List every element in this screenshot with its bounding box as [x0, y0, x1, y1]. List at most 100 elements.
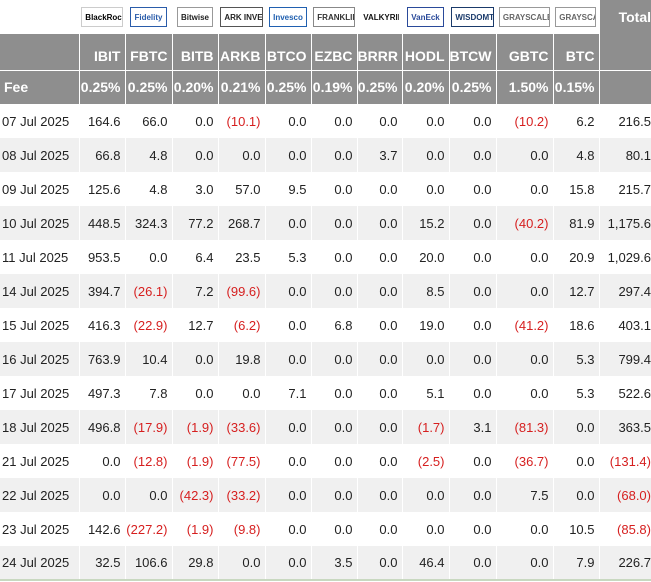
ticker-header: BRRR: [356, 34, 402, 70]
flow-value: 0.0: [356, 342, 402, 376]
flow-value: 497.3: [78, 376, 125, 410]
issuer-logo-cell: VanEck: [402, 0, 449, 34]
flow-value: (10.1): [217, 104, 265, 138]
issuer-logo: WISDOMTREE: [451, 7, 494, 27]
flow-value: 0.0: [448, 308, 496, 342]
flow-value: (1.9): [171, 410, 218, 444]
flow-value: 0.0: [264, 546, 311, 581]
etf-flows-table: BlackRock Fidelity Bitwise ARK INVEST Invesc…: [0, 0, 651, 581]
flow-value: (1.9): [171, 512, 218, 546]
flow-value: 66.8: [78, 138, 125, 172]
row-date: 23 Jul 2025: [0, 512, 79, 546]
flow-value: 0.0: [495, 240, 553, 274]
issuer-logo-cell: WISDOMTREE: [449, 0, 496, 34]
flow-value: 0.0: [264, 308, 311, 342]
flow-value: 6.8: [310, 308, 357, 342]
flow-value: 5.3: [552, 342, 599, 376]
row-total: 799.4: [598, 342, 651, 376]
flow-rows: 07 Jul 2025 164.6 66.0 0.0 (10.1) 0.0 0.0 0.0 0.…: [0, 104, 651, 581]
flow-value: 0.0: [356, 172, 402, 206]
flow-value: 953.5: [78, 240, 125, 274]
flow-value: 0.0: [264, 410, 311, 444]
flow-value: 0.0: [264, 444, 311, 478]
fee-value: 0.15%: [552, 69, 599, 104]
row-total: 297.4: [598, 274, 651, 308]
flow-value: (81.3): [495, 410, 553, 444]
flow-value: 0.0: [356, 104, 402, 138]
fee-row: Fee 0.25% 0.25% 0.20% 0.21% 0.25% 0.19% 0.25% 0…: [0, 69, 651, 104]
flow-value: 0.0: [356, 444, 402, 478]
row-total: 215.7: [598, 172, 651, 206]
issuer-logo: VALKYRIE: [359, 7, 400, 27]
flow-value: 29.8: [171, 546, 218, 581]
flow-value: 0.0: [171, 104, 218, 138]
flow-value: 164.6: [78, 104, 125, 138]
flow-value: 0.0: [356, 512, 402, 546]
flow-value: (6.2): [217, 308, 265, 342]
flow-value: 0.0: [448, 138, 496, 172]
flow-value: 15.2: [401, 206, 449, 240]
flow-value: 324.3: [124, 206, 172, 240]
fee-value: 0.25%: [356, 69, 402, 104]
row-total: (85.8): [598, 512, 651, 546]
flow-value: 0.0: [448, 512, 496, 546]
ticker-header: BTC: [552, 34, 599, 70]
flow-value: 77.2: [171, 206, 218, 240]
issuer-logo: FRANKLIN TEMPLETON: [313, 7, 355, 27]
flow-value: 496.8: [78, 410, 125, 444]
table-row: 24 Jul 2025 32.5 106.6 29.8 0.0 0.0 3.5 0.0 46.4…: [0, 546, 651, 581]
ticker-total-blank: [598, 34, 651, 70]
flow-value: 12.7: [552, 274, 599, 308]
ticker-header: BITB: [171, 34, 218, 70]
issuer-logo-cell: FRANKLIN TEMPLETON: [311, 0, 357, 34]
flow-value: 0.0: [171, 138, 218, 172]
ticker-header: GBTC: [495, 34, 553, 70]
issuer-logo: ARK INVEST: [220, 7, 263, 27]
issuer-logo: GRAYSCALE: [555, 7, 597, 27]
ticker-header: FBTC: [124, 34, 172, 70]
flow-value: 7.8: [124, 376, 172, 410]
fee-value: 1.50%: [495, 69, 553, 104]
flow-value: (1.9): [171, 444, 218, 478]
flow-value: (41.2): [495, 308, 553, 342]
flow-value: 142.6: [78, 512, 125, 546]
flow-value: 32.5: [78, 546, 125, 581]
flow-value: 0.0: [495, 546, 553, 581]
flow-value: 0.0: [310, 206, 357, 240]
row-date: 10 Jul 2025: [0, 206, 79, 240]
row-date: 14 Jul 2025: [0, 274, 79, 308]
flow-value: (33.2): [217, 478, 265, 512]
table-row: 23 Jul 2025 142.6 (227.2) (1.9) (9.8) 0.0 0.0 0…: [0, 512, 651, 546]
flow-value: 8.5: [401, 274, 449, 308]
flow-value: 0.0: [264, 512, 311, 546]
ticker-row: IBIT FBTC BITB ARKB BTCO EZBC BRRR HODL BTCW GBTC…: [0, 34, 651, 70]
flow-value: 0.0: [264, 274, 311, 308]
flow-value: 0.0: [217, 138, 265, 172]
fee-value: 0.25%: [448, 69, 496, 104]
fee-value: 0.25%: [78, 69, 125, 104]
flow-value: 23.5: [217, 240, 265, 274]
flow-value: 0.0: [448, 342, 496, 376]
table-row: 16 Jul 2025 763.9 10.4 0.0 19.8 0.0 0.0 0.0 0.0 0…: [0, 342, 651, 376]
ticker-header: EZBC: [310, 34, 357, 70]
flow-value: 0.0: [264, 104, 311, 138]
flow-value: 0.0: [448, 206, 496, 240]
flow-value: 0.0: [356, 410, 402, 444]
table-row: 22 Jul 2025 0.0 0.0 (42.3) (33.2) 0.0 0.0 0.0 0.…: [0, 478, 651, 512]
issuer-logo: GRAYSCALE: [498, 7, 551, 27]
flow-value: 20.9: [552, 240, 599, 274]
flow-value: 0.0: [448, 240, 496, 274]
flow-value: 0.0: [264, 342, 311, 376]
flow-value: 106.6: [124, 546, 172, 581]
flow-value: 10.5: [552, 512, 599, 546]
flow-value: 7.1: [264, 376, 311, 410]
flow-value: 5.3: [264, 240, 311, 274]
flow-value: 0.0: [356, 206, 402, 240]
flow-value: 5.1: [401, 376, 449, 410]
flow-value: 0.0: [171, 342, 218, 376]
flow-value: 0.0: [495, 342, 553, 376]
flow-value: (2.5): [401, 444, 449, 478]
flow-value: 0.0: [310, 478, 357, 512]
row-total: 1,029.6: [598, 240, 651, 274]
fee-value: 0.19%: [310, 69, 357, 104]
